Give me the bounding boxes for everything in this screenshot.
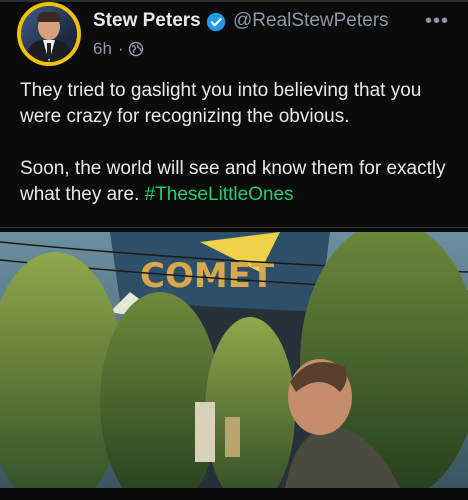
tweet-media-image[interactable]: COMET (0, 232, 468, 488)
verified-badge-icon (206, 12, 226, 32)
globe-icon (128, 41, 144, 57)
media-divider (0, 227, 468, 228)
tweet-paragraph-1: They tried to gaslight you into believin… (20, 80, 422, 127)
avatar-photo (21, 6, 77, 62)
media-photo: COMET (0, 232, 468, 488)
meta-separator: · (118, 39, 124, 58)
author-handle[interactable]: @RealStewPeters (233, 10, 389, 32)
hashtag-link[interactable]: #TheseLittleOnes (145, 184, 294, 205)
tweet-paragraph-2: Soon, the world will see and know them f… (20, 156, 452, 208)
author-name[interactable]: Stew Peters (93, 10, 201, 32)
bottom-bar (0, 488, 468, 500)
tweet-text: They tried to gaslight you into believin… (20, 78, 452, 208)
post-time[interactable]: 6h (93, 39, 112, 59)
author-avatar[interactable] (17, 2, 81, 66)
more-options-icon[interactable]: ••• (425, 10, 449, 33)
top-divider (0, 0, 468, 2)
